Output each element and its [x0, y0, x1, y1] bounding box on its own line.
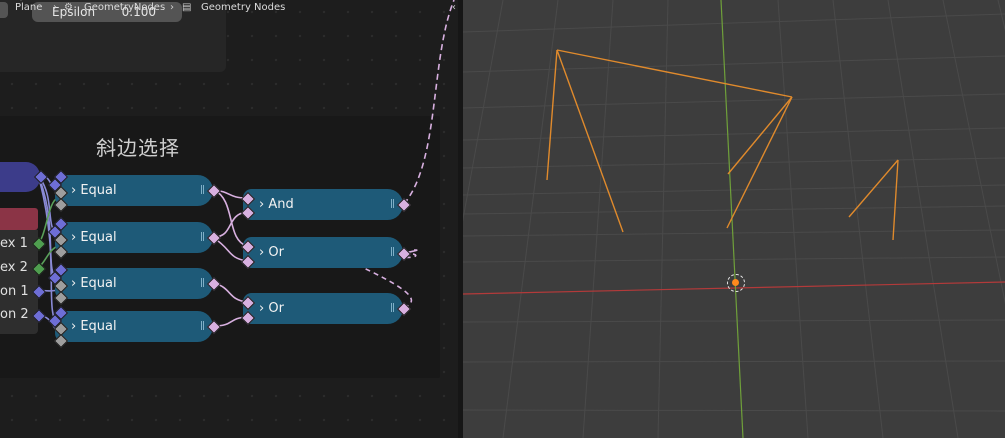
- modifier-icon: ⚙: [64, 2, 73, 13]
- grip-icon: ||: [199, 278, 205, 288]
- object-origin: [732, 279, 739, 286]
- breadcrumb-object[interactable]: Plane: [15, 2, 42, 13]
- grip-icon: ||: [389, 199, 395, 209]
- grip-icon: ||: [199, 185, 205, 195]
- grip-icon: ||: [389, 303, 395, 313]
- expand-chevron-icon[interactable]: ›: [259, 245, 264, 260]
- 3d-viewport[interactable]: [463, 0, 1005, 438]
- equal-node-4[interactable]: › Equal ||: [55, 311, 213, 342]
- node-title: Or: [268, 245, 284, 260]
- equal-node-3[interactable]: › Equal ||: [55, 268, 213, 299]
- node-title: And: [268, 197, 294, 212]
- equal-node-2[interactable]: › Equal ||: [55, 222, 213, 253]
- node-editor[interactable]: Plane › ⚙ GeometryNodes › ▤ Geometry Nod…: [0, 0, 458, 438]
- breadcrumb-tree[interactable]: Geometry Nodes: [201, 2, 285, 13]
- expand-chevron-icon[interactable]: ›: [259, 197, 264, 212]
- equal-node-1[interactable]: › Equal ||: [55, 175, 213, 206]
- grip-icon: ||: [199, 321, 205, 331]
- node-title: Equal: [80, 319, 117, 334]
- expand-chevron-icon[interactable]: ›: [71, 230, 76, 245]
- node-title: Equal: [80, 230, 117, 245]
- node-title: Or: [268, 301, 284, 316]
- node-tree-icon: ▤: [182, 2, 192, 13]
- viewport-grid: [463, 0, 1005, 438]
- expand-chevron-icon[interactable]: ›: [71, 319, 76, 334]
- grip-icon: ||: [199, 232, 205, 242]
- or-node-2[interactable]: › Or ||: [243, 293, 403, 324]
- chevron-right-icon: ›: [53, 2, 57, 13]
- breadcrumb-modifier[interactable]: GeometryNodes: [84, 2, 165, 13]
- expand-chevron-icon[interactable]: ›: [71, 183, 76, 198]
- chevron-right-icon: ›: [170, 2, 174, 13]
- and-node[interactable]: › And ||: [243, 189, 403, 220]
- grip-icon: ||: [389, 247, 395, 257]
- or-node-1[interactable]: › Or ||: [243, 237, 403, 268]
- expand-chevron-icon[interactable]: ›: [259, 301, 264, 316]
- expand-chevron-icon[interactable]: ›: [71, 276, 76, 291]
- node-title: Equal: [80, 276, 117, 291]
- node-title: Equal: [80, 183, 117, 198]
- sidebar-toggle-icon[interactable]: ‹: [452, 2, 456, 13]
